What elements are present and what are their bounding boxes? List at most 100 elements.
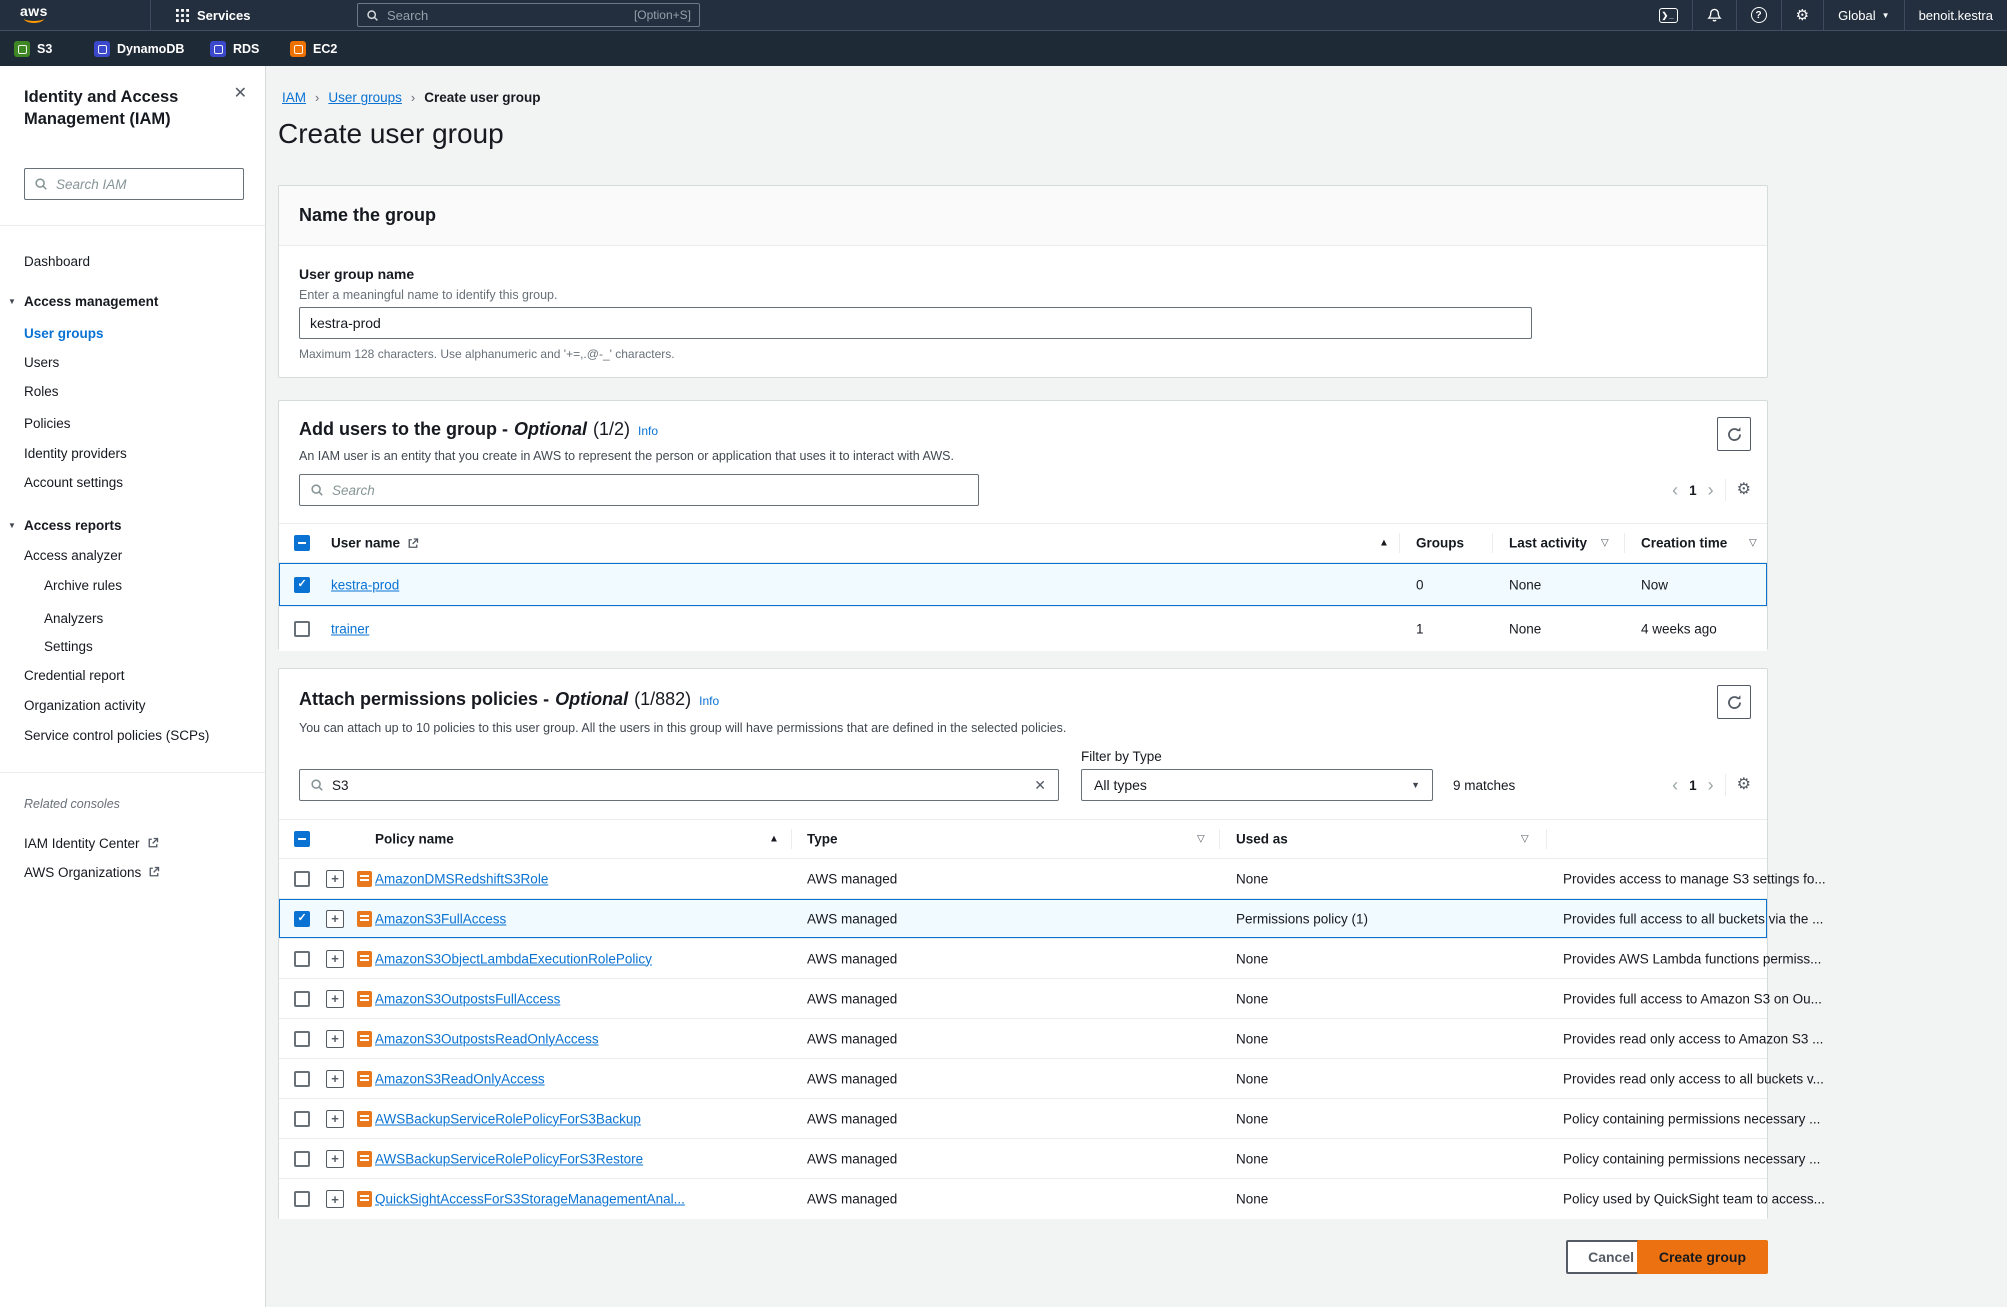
- sidebar-item-analyzers[interactable]: Analyzers: [44, 611, 103, 629]
- sidebar-search-box[interactable]: [24, 168, 244, 200]
- policy-name-link[interactable]: AmazonS3FullAccess: [375, 911, 506, 926]
- policy-name-link[interactable]: AmazonS3OutpostsFullAccess: [375, 991, 560, 1006]
- expand-row-button[interactable]: +: [326, 1190, 344, 1208]
- table-row[interactable]: + AmazonS3OutpostsReadOnlyAccess AWS man…: [279, 1019, 1767, 1059]
- users-search-input[interactable]: [332, 483, 968, 498]
- row-checkbox[interactable]: [294, 621, 310, 637]
- sort-icon[interactable]: ▽: [1197, 834, 1205, 845]
- global-search-input[interactable]: [387, 8, 626, 23]
- policy-name-link[interactable]: AWSBackupServiceRolePolicyForS3Backup: [375, 1111, 641, 1126]
- previous-page-icon[interactable]: ‹: [1672, 481, 1678, 499]
- policy-name-column-header[interactable]: Policy name: [375, 832, 454, 847]
- info-link[interactable]: Info: [638, 424, 658, 438]
- next-page-icon[interactable]: ›: [1708, 481, 1714, 499]
- sidebar-group-access-reports[interactable]: ▼Access reports: [24, 518, 122, 536]
- used-as-column-header[interactable]: Used as: [1236, 832, 1288, 847]
- aws-logo[interactable]: aws: [20, 4, 48, 23]
- cloudshell-button[interactable]: ❯_: [1645, 0, 1692, 30]
- current-page[interactable]: 1: [1689, 778, 1697, 793]
- type-filter-dropdown[interactable]: All types ▼: [1081, 769, 1433, 801]
- user-group-name-input[interactable]: [299, 307, 1532, 339]
- policy-name-link[interactable]: AmazonS3OutpostsReadOnlyAccess: [375, 1031, 599, 1046]
- type-column-header[interactable]: Type: [807, 832, 838, 847]
- sort-ascending-icon[interactable]: ▲: [1379, 538, 1389, 549]
- policies-search-input[interactable]: [332, 778, 1024, 793]
- favorite-rds[interactable]: RDS: [210, 31, 259, 67]
- select-all-users-checkbox[interactable]: [294, 535, 310, 551]
- table-row[interactable]: trainer 1 None 4 weeks ago: [279, 607, 1767, 651]
- sidebar-item-archive-rules[interactable]: Archive rules: [44, 578, 122, 596]
- sidebar-search-input[interactable]: [56, 177, 234, 192]
- sort-ascending-icon[interactable]: ▲: [769, 834, 779, 845]
- sidebar-item-users[interactable]: Users: [24, 355, 59, 373]
- sidebar-link-aws-organizations[interactable]: AWS Organizations: [24, 863, 160, 881]
- sidebar-item-identity-providers[interactable]: Identity providers: [24, 446, 127, 464]
- favorite-dynamodb[interactable]: DynamoDB: [94, 31, 184, 67]
- sidebar-item-credential-report[interactable]: Credential report: [24, 668, 125, 686]
- users-search-box[interactable]: [299, 474, 979, 506]
- table-row[interactable]: + QuickSightAccessForS3StorageManagement…: [279, 1179, 1767, 1219]
- info-link[interactable]: Info: [699, 694, 719, 708]
- policies-search-box[interactable]: ✕: [299, 769, 1059, 801]
- creation-time-column-header[interactable]: Creation time: [1641, 536, 1727, 551]
- row-checkbox[interactable]: [294, 871, 310, 887]
- sort-icon[interactable]: ▽: [1521, 834, 1529, 845]
- policy-name-link[interactable]: AmazonS3ObjectLambdaExecutionRolePolicy: [375, 951, 652, 966]
- table-preferences-icon[interactable]: ⚙: [1737, 482, 1751, 498]
- settings-button[interactable]: ⚙: [1782, 0, 1823, 30]
- row-checkbox[interactable]: [294, 1071, 310, 1087]
- policy-name-link[interactable]: AmazonDMSRedshiftS3Role: [375, 871, 548, 886]
- row-checkbox[interactable]: [294, 1151, 310, 1167]
- expand-row-button[interactable]: +: [326, 990, 344, 1008]
- clear-search-icon[interactable]: ✕: [1032, 777, 1048, 794]
- global-search-box[interactable]: [Option+S]: [357, 3, 700, 27]
- select-all-policies-checkbox[interactable]: [294, 831, 310, 847]
- policy-name-link[interactable]: QuickSightAccessForS3StorageManagementAn…: [375, 1192, 685, 1207]
- row-checkbox[interactable]: [294, 577, 310, 593]
- groups-column-header[interactable]: Groups: [1416, 536, 1464, 551]
- close-icon[interactable]: ✕: [234, 86, 247, 102]
- row-checkbox[interactable]: [294, 1031, 310, 1047]
- sidebar-item-settings[interactable]: Settings: [44, 639, 93, 657]
- expand-row-button[interactable]: +: [326, 950, 344, 968]
- expand-row-button[interactable]: +: [326, 1030, 344, 1048]
- current-page[interactable]: 1: [1689, 483, 1697, 498]
- table-row[interactable]: + AmazonS3ReadOnlyAccess AWS managed Non…: [279, 1059, 1767, 1099]
- user-name-link[interactable]: trainer: [331, 622, 369, 637]
- breadcrumb-iam-link[interactable]: IAM: [282, 90, 306, 105]
- expand-row-button[interactable]: +: [326, 1150, 344, 1168]
- table-preferences-icon[interactable]: ⚙: [1737, 777, 1751, 793]
- sidebar-item-user-groups[interactable]: User groups: [24, 326, 104, 344]
- region-selector[interactable]: Global ▼: [1824, 0, 1904, 30]
- breadcrumb-user-groups-link[interactable]: User groups: [328, 90, 402, 105]
- notifications-button[interactable]: [1693, 0, 1736, 30]
- expand-row-button[interactable]: +: [326, 1070, 344, 1088]
- favorite-s3[interactable]: S3: [14, 31, 52, 67]
- row-checkbox[interactable]: [294, 911, 310, 927]
- table-row[interactable]: + AmazonS3ObjectLambdaExecutionRolePolic…: [279, 939, 1767, 979]
- user-name-link[interactable]: kestra-prod: [331, 577, 399, 592]
- sidebar-item-access-analyzer[interactable]: Access analyzer: [24, 548, 122, 566]
- row-checkbox[interactable]: [294, 951, 310, 967]
- refresh-policies-button[interactable]: [1717, 685, 1751, 719]
- policy-name-link[interactable]: AWSBackupServiceRolePolicyForS3Restore: [375, 1151, 643, 1166]
- previous-page-icon[interactable]: ‹: [1672, 776, 1678, 794]
- policy-name-link[interactable]: AmazonS3ReadOnlyAccess: [375, 1071, 545, 1086]
- row-checkbox[interactable]: [294, 1191, 310, 1207]
- sidebar-item-roles[interactable]: Roles: [24, 384, 59, 402]
- table-row[interactable]: + AWSBackupServiceRolePolicyForS3Backup …: [279, 1099, 1767, 1139]
- sidebar-item-account-settings[interactable]: Account settings: [24, 475, 123, 493]
- sidebar-item-policies[interactable]: Policies: [24, 416, 71, 434]
- sort-icon[interactable]: ▽: [1749, 538, 1757, 549]
- sidebar-item-dashboard[interactable]: Dashboard: [24, 254, 90, 272]
- table-row[interactable]: kestra-prod 0 None Now: [279, 563, 1767, 607]
- sidebar-item-scps[interactable]: Service control policies (SCPs): [24, 728, 209, 746]
- sort-icon[interactable]: ▽: [1601, 538, 1609, 549]
- account-menu[interactable]: benoit.kestra: [1905, 0, 2007, 30]
- sidebar-link-iam-identity-center[interactable]: IAM Identity Center: [24, 834, 159, 852]
- help-button[interactable]: ?: [1737, 0, 1781, 30]
- favorite-ec2[interactable]: EC2: [290, 31, 337, 67]
- expand-row-button[interactable]: +: [326, 870, 344, 888]
- table-row[interactable]: + AmazonDMSRedshiftS3Role AWS managed No…: [279, 859, 1767, 899]
- sidebar-item-organization-activity[interactable]: Organization activity: [24, 698, 146, 716]
